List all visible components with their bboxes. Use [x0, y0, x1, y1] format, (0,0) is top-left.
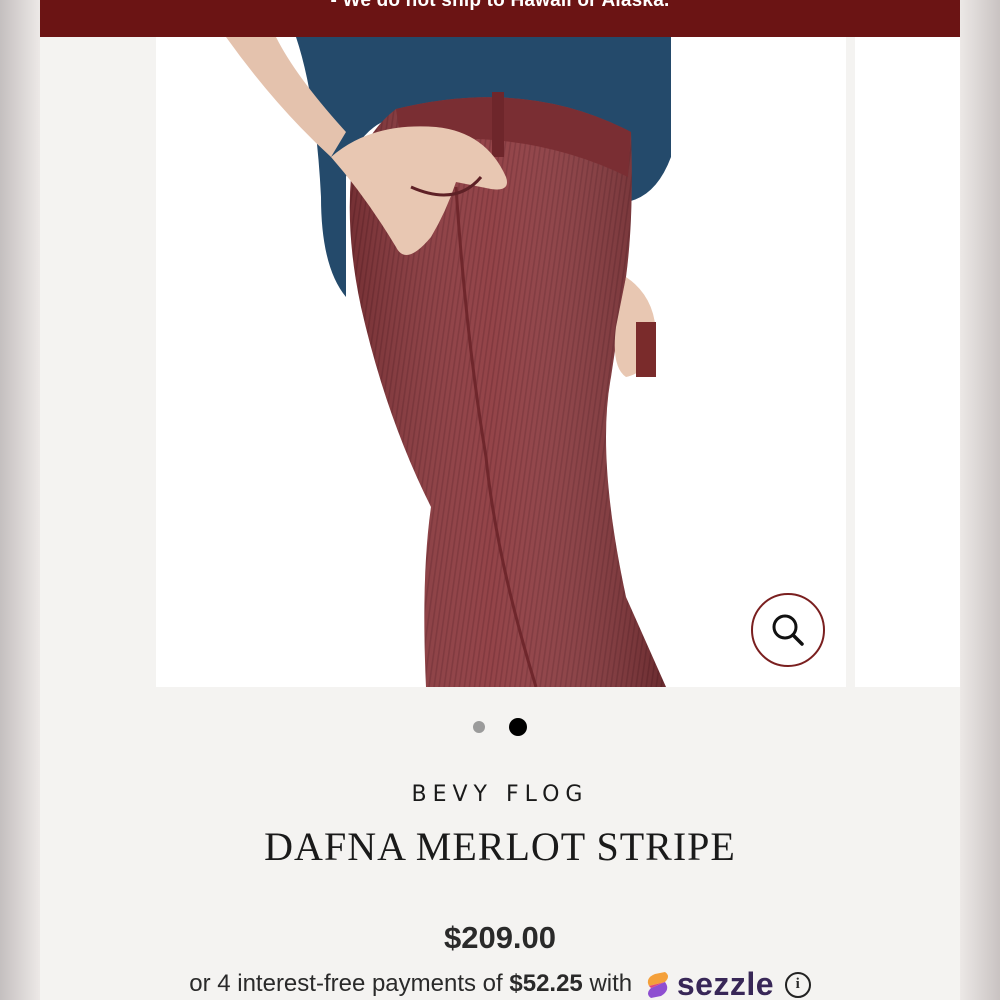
screen-frame: - We do not ship to Hawaii or Alaska. BE… — [0, 0, 1000, 1000]
slide-dots — [40, 718, 960, 736]
product-page: - We do not ship to Hawaii or Alaska. BE… — [40, 0, 960, 1000]
product-price: $209.00 — [443, 920, 557, 955]
sezzle-mark-icon — [647, 971, 668, 998]
product-photo — [156, 37, 846, 687]
slide-dot-1[interactable] — [473, 721, 485, 733]
next-slide-preview[interactable] — [855, 37, 960, 687]
search-icon — [772, 614, 804, 646]
slide-dot-2[interactable] — [509, 718, 527, 736]
zoom-button[interactable] — [751, 593, 825, 667]
sezzle-logo[interactable]: sezzle — [643, 966, 774, 1000]
announcement-text: - We do not ship to Hawaii or Alaska. — [330, 0, 670, 11]
product-image-gallery[interactable] — [156, 37, 846, 687]
installment-prefix: or 4 interest-free payments of — [189, 969, 510, 997]
sezzle-wordmark: sezzle — [676, 966, 775, 1000]
product-title: DAFNA MERLOT STRIPE — [264, 824, 736, 869]
installment-with: with — [582, 969, 633, 997]
product-brand[interactable]: BEVY FLOG — [40, 782, 960, 807]
installment-info: or 4 interest-free payments of $52.25 wi… — [40, 966, 960, 1000]
info-icon[interactable]: i — [784, 971, 811, 998]
announcement-bar: - We do not ship to Hawaii or Alaska. — [40, 0, 960, 37]
installment-amount: $52.25 — [509, 969, 583, 997]
